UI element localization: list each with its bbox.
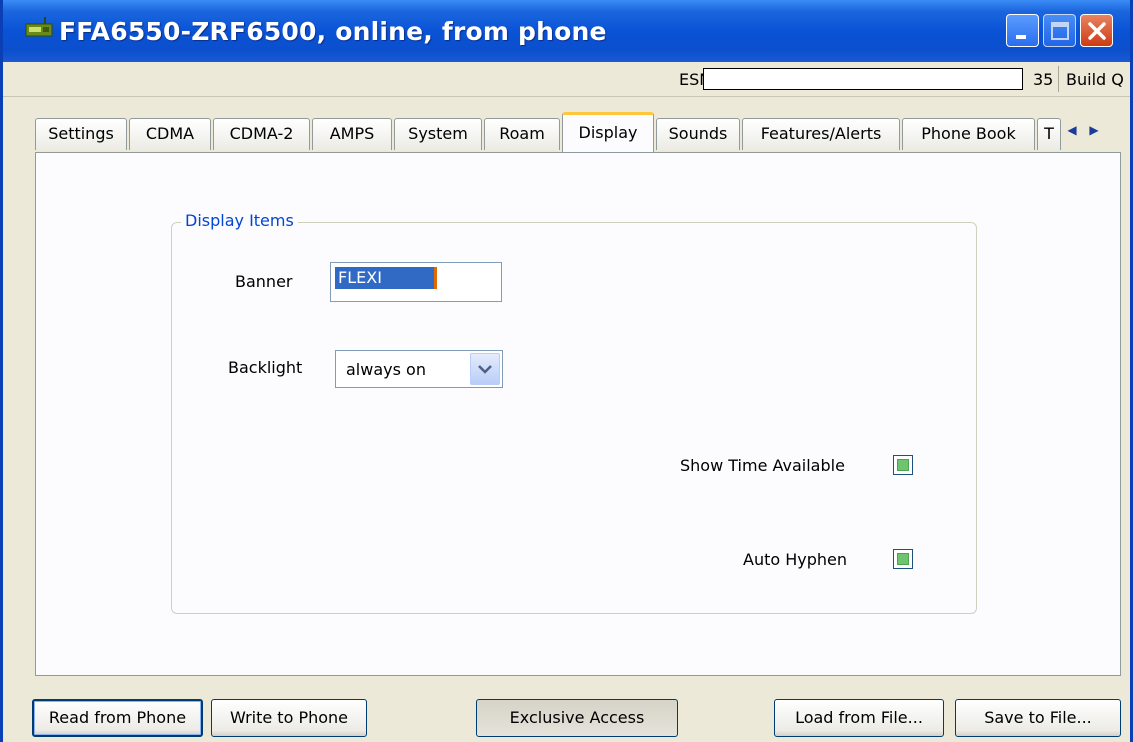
status-divider — [1058, 66, 1059, 92]
banner-label: Banner — [235, 272, 293, 291]
tab-label: CDMA-2 — [229, 124, 294, 143]
tab-sounds[interactable]: Sounds — [656, 118, 740, 150]
read-from-phone-button[interactable]: Read from Phone — [32, 699, 203, 737]
app-window: FFA6550-ZRF6500, online, from phone ESN … — [0, 0, 1133, 742]
chevron-down-icon — [478, 365, 492, 374]
show-time-checkbox[interactable] — [893, 455, 913, 475]
esn-suffix: 35 — [1033, 70, 1054, 89]
phone-device-icon — [25, 17, 53, 37]
group-title: Display Items — [181, 211, 298, 230]
tab-system[interactable]: System — [394, 118, 482, 150]
close-button[interactable] — [1080, 14, 1113, 47]
tab-label: CDMA — [145, 124, 195, 143]
tab-label: Display — [578, 123, 638, 142]
minimize-icon — [1016, 35, 1026, 39]
title-bar[interactable]: FFA6550-ZRF6500, online, from phone — [3, 0, 1130, 62]
checkbox-fill — [897, 459, 909, 471]
tab-cdma[interactable]: CDMA — [129, 118, 211, 150]
show-time-label: Show Time Available — [680, 456, 845, 475]
auto-hyphen-checkbox[interactable] — [893, 549, 913, 569]
tab-label: Roam — [499, 124, 545, 143]
backlight-label: Backlight — [228, 358, 303, 377]
banner-input[interactable]: FLEXI — [330, 262, 502, 302]
build-label: Build Q — [1066, 70, 1124, 89]
tab-roam[interactable]: Roam — [484, 118, 560, 150]
tab-amps[interactable]: AMPS — [312, 118, 392, 150]
auto-hyphen-label: Auto Hyphen — [743, 550, 848, 569]
tab-label: Sounds — [668, 124, 728, 143]
backlight-value: always on — [346, 360, 426, 379]
status-bar: ESN 8 35 Build Q — [3, 62, 1130, 97]
banner-value: FLEXI — [335, 267, 435, 289]
maximize-icon — [1051, 22, 1069, 40]
tab-label: Settings — [48, 124, 114, 143]
save-to-file-button[interactable]: Save to File... — [955, 699, 1121, 737]
tab-features-alerts[interactable]: Features/Alerts — [742, 118, 900, 150]
tab-cdma-2[interactable]: CDMA-2 — [213, 118, 310, 150]
tab-phone-book[interactable]: Phone Book — [902, 118, 1035, 150]
tab-label: Features/Alerts — [760, 124, 882, 143]
tab-strip: Settings CDMA CDMA-2 AMPS System Roam Di… — [35, 110, 1125, 154]
tab-display[interactable]: Display — [562, 112, 654, 152]
text-caret — [434, 267, 437, 289]
backlight-select[interactable]: always on — [335, 350, 503, 388]
dropdown-button[interactable] — [470, 353, 500, 385]
window-title: FFA6550-ZRF6500, online, from phone — [59, 17, 607, 46]
tab-label: T — [1044, 124, 1054, 143]
tab-label: AMPS — [329, 124, 375, 143]
load-from-file-button[interactable]: Load from File... — [774, 699, 944, 737]
close-icon — [1088, 22, 1106, 40]
chevron-left-icon[interactable]: ◀ — [1061, 118, 1083, 142]
esn-redacted-field — [703, 68, 1023, 90]
tab-scroll-arrows: ◀ ▶ — [1061, 118, 1121, 142]
exclusive-access-button[interactable]: Exclusive Access — [476, 699, 678, 737]
write-to-phone-button[interactable]: Write to Phone — [211, 699, 367, 737]
tab-label: Phone Book — [921, 124, 1016, 143]
minimize-button[interactable] — [1006, 14, 1039, 47]
tab-settings[interactable]: Settings — [35, 118, 127, 150]
checkbox-fill — [897, 553, 909, 565]
tab-partial[interactable]: T — [1037, 118, 1061, 150]
tab-label: System — [408, 124, 468, 143]
chevron-right-icon[interactable]: ▶ — [1083, 118, 1105, 142]
maximize-button[interactable] — [1043, 14, 1076, 47]
